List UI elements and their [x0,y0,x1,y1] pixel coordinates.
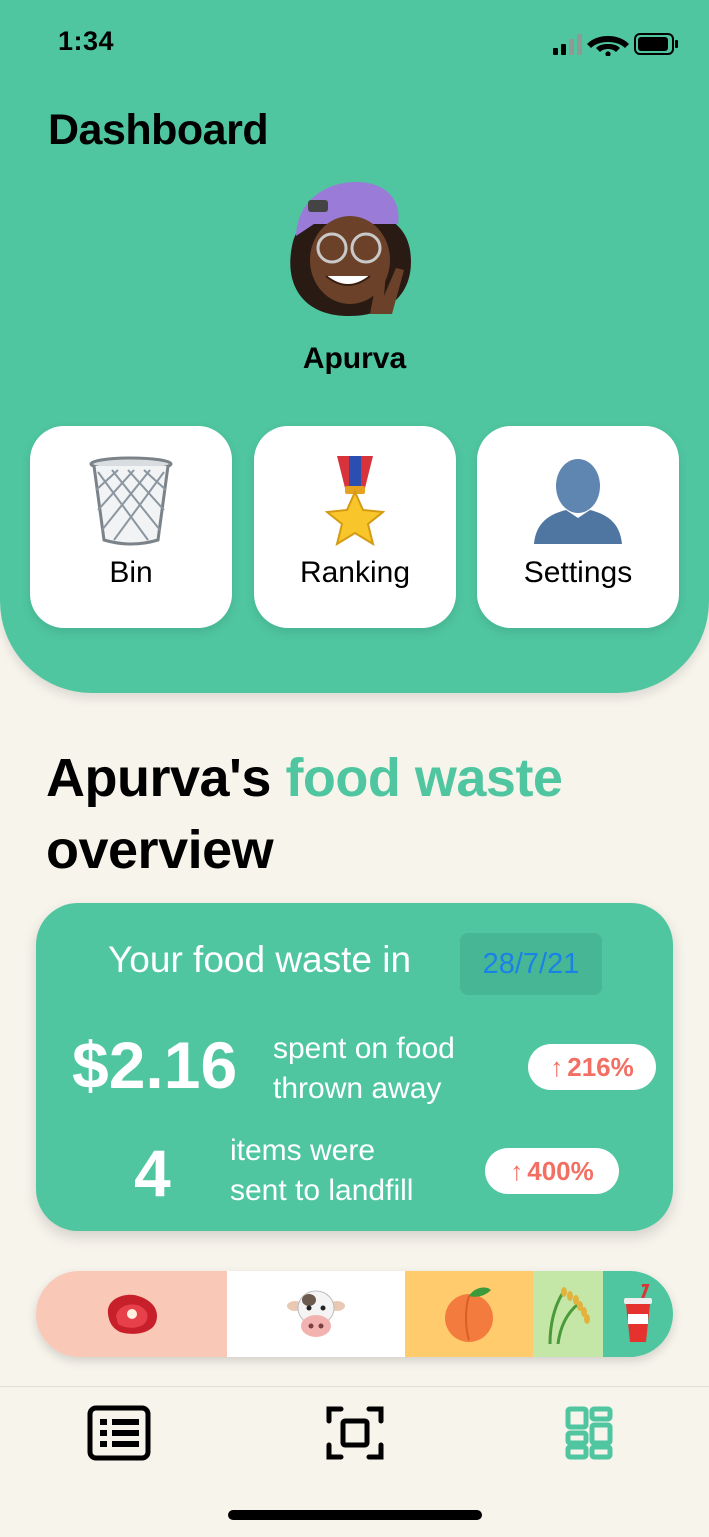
user-name: Apurva [302,342,407,375]
money-change-badge: ↑ 216% [528,1044,656,1090]
food-waste-card: Your food waste in 28/7/21 $2.16 spent o… [36,903,673,1231]
overview-title-prefix: Apurva's [46,748,286,808]
bin-tile[interactable]: Bin [30,426,232,628]
person-silhouette-icon [477,456,679,548]
cow-icon [287,1290,346,1337]
page-title: Dashboard [48,106,269,154]
settings-label: Settings [523,556,633,589]
date-picker[interactable]: 28/7/21 [460,933,602,995]
arrow-up-icon: ↑ [510,1156,524,1186]
bin-label: Bin [109,556,153,589]
list-icon [87,1405,151,1461]
peach-icon [445,1287,494,1342]
wifi-icon [587,36,629,57]
avatar[interactable] [274,176,424,324]
breakdown-segment-drink[interactable] [602,1271,673,1357]
tab-scan[interactable] [323,1405,387,1461]
breakdown-segment-rice[interactable] [532,1271,603,1357]
breakdown-segment-steak[interactable] [36,1271,228,1357]
items-landfill-value: 4 [134,1136,171,1210]
signal-icon [553,34,582,55]
items-landfill-line1: items were [230,1134,376,1167]
battery-icon [634,33,678,55]
money-wasted-line1: spent on food [273,1032,455,1065]
status-time: 1:34 [58,26,115,56]
steak-icon [107,1294,157,1334]
overview-title-accent: food waste [285,748,563,808]
status-icons [553,32,681,57]
food-category-breakdown[interactable] [36,1271,673,1357]
breakdown-segment-peach[interactable] [405,1271,533,1357]
home-indicator[interactable] [228,1510,482,1520]
breakdown-segment-cow[interactable] [227,1271,406,1357]
ranking-label: Ranking [299,556,411,589]
date-value: 28/7/21 [482,948,580,980]
money-wasted-line2: thrown away [273,1072,442,1105]
money-wasted-description: spent on food thrown away [273,1029,503,1109]
dashboard-icon [565,1406,613,1460]
tab-list[interactable] [87,1405,151,1461]
items-change-value: 400% [527,1156,594,1186]
tab-dashboard[interactable] [558,1405,622,1461]
money-wasted-value: $2.16 [72,1028,238,1102]
arrow-up-icon: ↑ [550,1052,564,1082]
items-landfill-description: items were sent to landfill [230,1131,460,1211]
ranking-tile[interactable]: Ranking [254,426,456,628]
overview-title-suffix: overview [46,820,274,880]
items-landfill-line2: sent to landfill [230,1174,414,1207]
rice-plant-icon [548,1287,590,1344]
overview-title: Apurva's food waste overview [46,742,563,886]
items-change-badge: ↑ 400% [485,1148,619,1194]
settings-tile[interactable]: Settings [477,426,679,628]
wastebasket-icon [30,456,232,548]
drink-cup-icon [623,1284,652,1342]
medal-icon [254,456,456,548]
card-heading: Your food waste in [108,939,412,980]
scan-icon [326,1406,384,1460]
status-bar: 1:34 [0,0,709,80]
money-change-value: 216% [567,1052,634,1082]
